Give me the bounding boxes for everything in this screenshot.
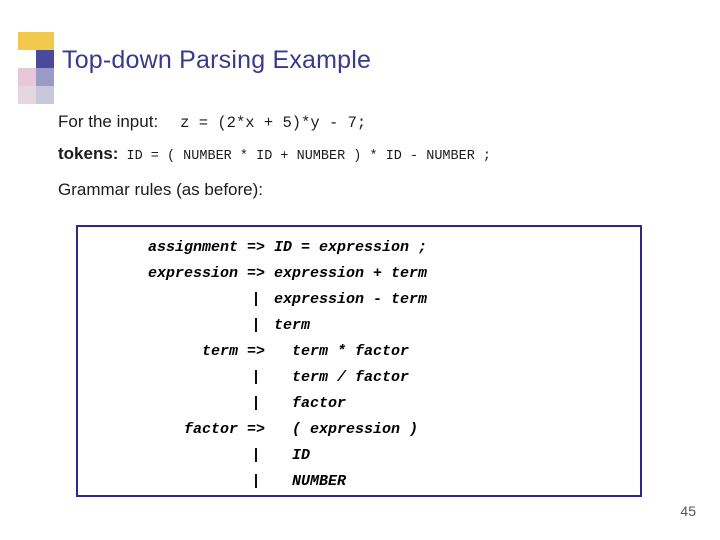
rule-arrow: | <box>251 317 261 334</box>
rule-lhs: factor <box>183 421 238 438</box>
grammar-rule-row: | expression - term <box>90 287 427 313</box>
decoration-square-7 <box>18 86 36 104</box>
rule-rhs: ID <box>274 447 311 464</box>
decoration-square-4 <box>36 50 54 68</box>
rule-arrow: | <box>251 291 261 308</box>
input-line: For the input: z = (2*x + 5)*y - 7; <box>58 112 366 132</box>
decoration-square-8 <box>36 86 54 104</box>
slide: Top-down Parsing Example For the input: z… <box>0 0 720 540</box>
rule-arrow: => <box>246 343 265 360</box>
input-label: For the input: <box>58 112 159 131</box>
rule-arrow: | <box>251 395 261 412</box>
page-number: 45 <box>680 503 696 519</box>
rule-rhs: term / factor <box>274 369 410 386</box>
rule-rhs: ( expression ) <box>274 421 419 438</box>
grammar-rule-row: factor => ( expression ) <box>90 417 427 443</box>
grammar-rule-row: | ID <box>90 443 427 469</box>
grammar-rule-row: | term <box>90 313 427 339</box>
tokens-code: ID = ( NUMBER * ID + NUMBER ) * ID - NUM… <box>126 149 492 164</box>
rule-arrow: => <box>246 265 265 282</box>
grammar-rule-row: term => term * factor <box>90 339 427 365</box>
decoration-square-6 <box>36 68 54 86</box>
rule-lhs: assignment <box>147 239 238 256</box>
decoration-square-1 <box>18 32 36 50</box>
rule-arrow: => <box>246 421 265 438</box>
input-code: z = (2*x + 5)*y - 7; <box>180 114 367 132</box>
grammar-rules-box: assignment => ID = expression ; expression… <box>76 225 642 497</box>
rule-rhs: NUMBER <box>274 473 347 490</box>
tokens-line: tokens: ID = ( NUMBER * ID + NUMBER ) * I… <box>58 144 491 164</box>
rule-lhs: expression <box>147 265 238 282</box>
rule-rhs: term <box>274 317 311 334</box>
rule-rhs: expression + term <box>274 265 428 282</box>
grammar-rule-row: assignment => ID = expression ; <box>90 235 427 261</box>
rule-rhs: factor <box>274 395 347 412</box>
rule-rhs: expression - term <box>274 291 428 308</box>
rule-arrow: | <box>251 369 261 386</box>
grammar-rules-list: assignment => ID = expression ; expression… <box>90 235 427 495</box>
grammar-rule-row: expression => expression + term <box>90 261 427 287</box>
rule-rhs: term * factor <box>274 343 410 360</box>
decoration-square-5 <box>18 68 36 86</box>
decoration-square-3 <box>18 50 36 68</box>
page-title: Top-down Parsing Example <box>62 46 372 74</box>
tokens-label: tokens: <box>58 144 119 163</box>
grammar-rule-row: | NUMBER <box>90 469 427 495</box>
rule-rhs: ID = expression ; <box>274 239 428 256</box>
rule-lhs: term <box>201 343 238 360</box>
rule-arrow: => <box>246 239 265 256</box>
decoration-square-2 <box>36 32 54 50</box>
rule-arrow: | <box>251 473 261 490</box>
grammar-rule-row: | factor <box>90 391 427 417</box>
grammar-rule-row: | term / factor <box>90 365 427 391</box>
rule-arrow: | <box>251 447 261 464</box>
grammar-label: Grammar rules (as before): <box>58 180 263 199</box>
